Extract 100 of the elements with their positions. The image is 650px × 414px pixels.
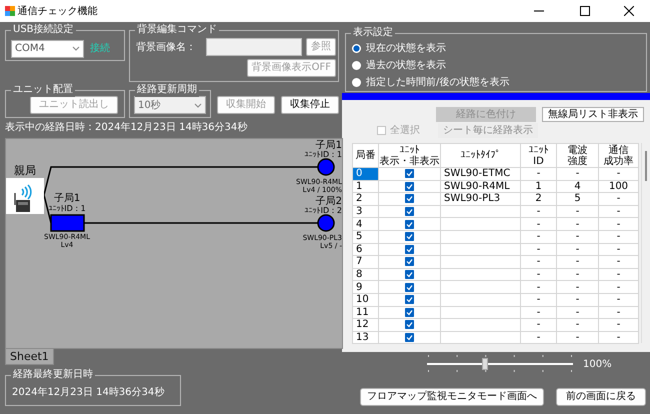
table-cell: -: [556, 218, 598, 230]
table-cell[interactable]: 7: [352, 256, 378, 268]
table-cell[interactable]: 6: [352, 243, 378, 256]
table-cell: -: [556, 293, 598, 306]
table-cell: -: [520, 205, 556, 218]
slider-thumb[interactable]: [482, 358, 488, 370]
checkbox[interactable]: [405, 333, 414, 342]
table-cell: -: [556, 306, 598, 319]
maximize-icon[interactable]: [580, 6, 590, 16]
table-cell[interactable]: 4: [352, 218, 378, 230]
checkbox[interactable]: [405, 295, 414, 304]
checkbox[interactable]: [405, 207, 414, 216]
table-cell: -: [556, 205, 598, 218]
node-title: 子局1: [316, 140, 342, 151]
table-cell[interactable]: 12: [352, 318, 378, 332]
table-cell: -: [598, 268, 638, 281]
table-cell: -: [556, 168, 598, 180]
radio-button[interactable]: [352, 78, 361, 87]
checkbox[interactable]: [405, 257, 414, 266]
unit-id-label: ﾕﾆｯﾄID : 2: [304, 206, 342, 215]
table-cell: -: [520, 218, 556, 230]
update-cycle-title: 経路更新周期: [135, 83, 199, 97]
checkbox[interactable]: [405, 308, 414, 317]
table-cell: -: [598, 318, 638, 332]
table-cell: 100: [598, 180, 638, 193]
table-cell: -: [598, 331, 638, 344]
checkbox-label: 全選択: [390, 124, 420, 138]
table-cell: -: [520, 331, 556, 344]
table-cell: -: [598, 293, 638, 306]
table-cell: -: [556, 318, 598, 332]
column-header: 強度: [566, 156, 588, 166]
table-cell[interactable]: 13: [352, 331, 378, 344]
table-cell: -: [556, 230, 598, 244]
radio-label: 過去の状態を表示: [366, 58, 446, 73]
radio-button[interactable]: [352, 44, 361, 53]
table-cell: -: [598, 256, 638, 268]
table-cell: 2: [520, 192, 556, 206]
button[interactable]: 無線局リスト非表示: [542, 107, 644, 122]
table-cell: 5: [556, 192, 598, 206]
column-header: 局番: [354, 150, 376, 161]
caret-icon: [72, 46, 80, 51]
button[interactable]: 前の画面に戻る: [556, 388, 646, 406]
checkbox[interactable]: [405, 194, 414, 204]
image-name-field[interactable]: [206, 38, 302, 56]
table-cell[interactable]: 1: [352, 180, 378, 193]
repeater-node: [50, 214, 85, 232]
last-update-time: 2024年12月23日 14時36分34秒: [12, 386, 166, 400]
table-cell: -: [520, 293, 556, 306]
column-header: 通信: [608, 144, 630, 156]
caret-icon: [194, 102, 202, 108]
table-cell: 1: [520, 180, 556, 193]
checkbox[interactable]: [405, 270, 414, 280]
table-cell[interactable]: 10: [352, 293, 378, 306]
table-cell: -: [520, 268, 556, 281]
table-cell: -: [598, 205, 638, 218]
table-cell[interactable]: 9: [352, 280, 378, 294]
port-select[interactable]: COM4: [11, 40, 84, 58]
column-header: ID: [532, 156, 545, 166]
checkbox[interactable]: [405, 282, 414, 292]
table-cell[interactable]: 8: [352, 268, 378, 281]
route-time-text: 表示中の経路日時：2024年12月23日 14時36分34秒: [5, 121, 248, 135]
table-cell[interactable]: 3: [352, 205, 378, 218]
table-cell[interactable]: 11: [352, 306, 378, 319]
unit-id-label: ﾕﾆｯﾄID : 1: [304, 150, 342, 159]
checkbox[interactable]: [405, 232, 414, 242]
table-cell[interactable]: 0: [352, 168, 378, 180]
close-icon[interactable]: [624, 6, 634, 16]
button[interactable]: フロアマップ監視モニタモード画面へ: [360, 388, 544, 406]
table-cell[interactable]: 5: [352, 230, 378, 244]
table-cell: SWL90-ETMC: [440, 168, 520, 180]
master-station-drawing: [6, 178, 44, 214]
table-cell: SWL90-PL3: [440, 192, 520, 206]
table-cell: -: [556, 280, 598, 294]
checkbox[interactable]: [405, 320, 414, 330]
table-cell: -: [520, 306, 556, 319]
column-header: ﾕﾆｯﾄ: [398, 144, 420, 156]
table-cell[interactable]: 2: [352, 192, 378, 206]
radio-label: 指定した時間前/後の状態を表示: [366, 76, 510, 90]
checkbox[interactable]: [405, 220, 414, 229]
column-header: 成功率: [602, 156, 634, 166]
table-cell: -: [556, 331, 598, 344]
column-header: ﾕﾆｯﾄ: [528, 144, 550, 156]
app-icon: [5, 6, 15, 16]
checkbox[interactable]: [405, 169, 414, 178]
sheet-tab[interactable]: Sheet1: [5, 349, 54, 365]
column-header: 表示・非表示: [379, 156, 440, 166]
table-cell: -: [520, 256, 556, 268]
end-node: [317, 158, 335, 176]
checkbox[interactable]: [405, 244, 414, 254]
table-cell: -: [598, 243, 638, 256]
node-title: 子局2: [316, 196, 342, 207]
checkbox[interactable]: [405, 182, 414, 191]
table-cell: -: [520, 280, 556, 294]
table-cell: -: [520, 243, 556, 256]
radio-button[interactable]: [352, 61, 361, 70]
table-cell: -: [520, 318, 556, 332]
button[interactable]: 収集停止: [281, 96, 339, 114]
table-cell: -: [556, 243, 598, 256]
zoom-reading: 100%: [583, 358, 612, 372]
node-title: 子局1: [54, 193, 80, 204]
